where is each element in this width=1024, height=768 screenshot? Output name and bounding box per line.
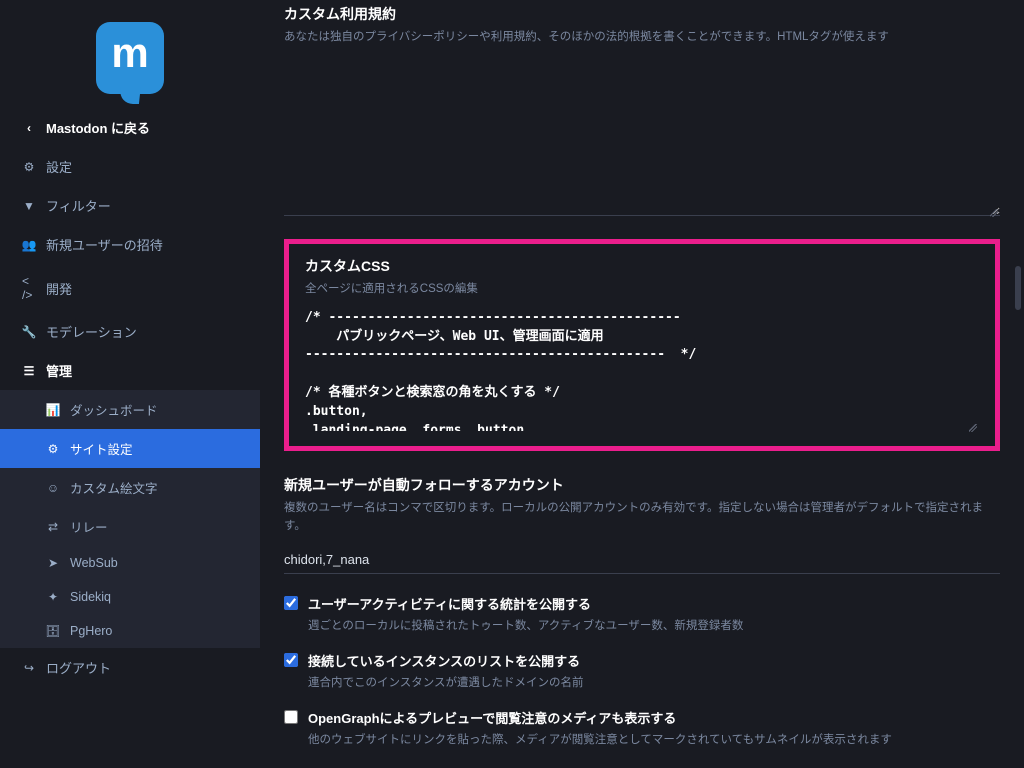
custom-css-title: カスタムCSS xyxy=(305,256,979,276)
main-content: カスタム利用規約 あなたは独自のプライバシーポリシーや利用規約、そのほかの法的根… xyxy=(260,0,1024,768)
nav-admin-label: 管理 xyxy=(46,361,72,380)
checkbox-opengraph[interactable] xyxy=(284,710,298,724)
sidebar: m ‹ Mastodon に戻る ⚙ 設定 ▼ フィルター 👥 新規ユーザーの招… xyxy=(0,0,260,768)
sub-site-label: サイト設定 xyxy=(70,439,133,458)
checkbox-row-opengraph: OpenGraphによるプレビューで閲覧注意のメディアも表示する 他のウェブサイ… xyxy=(284,708,1000,747)
checkbox-activity-label: ユーザーアクティビティに関する統計を公開する xyxy=(308,594,743,613)
smile-icon: ☺ xyxy=(46,481,60,495)
dashboard-icon: 📊 xyxy=(46,403,60,417)
nav-logout[interactable]: ↪ ログアウト xyxy=(0,648,260,687)
nav-back-label: Mastodon に戻る xyxy=(46,118,150,137)
code-icon: <​/> xyxy=(22,274,36,302)
user-plus-icon: 👥 xyxy=(22,238,36,252)
checkbox-activity[interactable] xyxy=(284,596,298,610)
sub-pghero-label: PgHero xyxy=(70,624,112,638)
chevron-left-icon: ‹ xyxy=(22,121,36,135)
logo: m xyxy=(0,18,260,108)
checkbox-peers-sub: 連合内でこのインスタンスが遭遇したドメインの名前 xyxy=(308,674,584,690)
sub-emoji-label: カスタム絵文字 xyxy=(70,478,158,497)
autofollow-title: 新規ユーザーが自動フォローするアカウント xyxy=(284,475,1000,495)
custom-terms-textarea[interactable] xyxy=(284,56,1000,216)
autofollow-section: 新規ユーザーが自動フォローするアカウント 複数のユーザー名はコンマで区切ります。… xyxy=(284,475,1000,574)
sub-pghero[interactable]: 🗄 PgHero xyxy=(0,614,260,648)
gear-icon: ⚙ xyxy=(22,160,36,174)
sub-dashboard[interactable]: 📊 ダッシュボード xyxy=(0,390,260,429)
sub-relay[interactable]: ⇄ リレー xyxy=(0,507,260,546)
exchange-icon: ⇄ xyxy=(46,520,60,534)
custom-terms-title: カスタム利用規約 xyxy=(284,4,1000,24)
sub-sidekiq[interactable]: ✦ Sidekiq xyxy=(0,580,260,614)
nav-invite-label: 新規ユーザーの招待 xyxy=(46,235,163,254)
nav-dev[interactable]: <​/> 開発 xyxy=(0,264,260,312)
custom-css-textarea[interactable] xyxy=(305,309,979,431)
sub-relay-label: リレー xyxy=(70,517,108,536)
filter-icon: ▼ xyxy=(22,199,36,213)
autofollow-input[interactable] xyxy=(284,546,1000,574)
custom-terms-hint: あなたは独自のプライバシーポリシーや利用規約、そのほかの法的根拠を書くことができ… xyxy=(284,28,1000,46)
sub-websub[interactable]: ➤ WebSub xyxy=(0,546,260,580)
cogs-icon: ⚙ xyxy=(46,442,60,456)
nav-invite[interactable]: 👥 新規ユーザーの招待 xyxy=(0,225,260,264)
nav-moderation-label: モデレーション xyxy=(46,322,137,341)
checkbox-row-activity: ユーザーアクティビティに関する統計を公開する 週ごとのローカルに投稿されたトゥー… xyxy=(284,594,1000,633)
checkbox-opengraph-label: OpenGraphによるプレビューで閲覧注意のメディアも表示する xyxy=(308,708,892,727)
nav-moderation[interactable]: 🔧 モデレーション xyxy=(0,312,260,351)
logout-icon: ↪ xyxy=(22,661,36,675)
checkbox-row-peers: 接続しているインスタンスのリストを公開する 連合内でこのインスタンスが遭遇したド… xyxy=(284,651,1000,690)
custom-terms-section: カスタム利用規約 あなたは独自のプライバシーポリシーや利用規約、そのほかの法的根… xyxy=(284,4,1000,219)
checkbox-peers[interactable] xyxy=(284,653,298,667)
nav-back[interactable]: ‹ Mastodon に戻る xyxy=(0,108,260,147)
scrollbar-thumb[interactable] xyxy=(1015,266,1021,310)
sub-dashboard-label: ダッシュボード xyxy=(70,400,158,419)
database-icon: 🗄 xyxy=(46,624,60,638)
wrench-icon: 🔧 xyxy=(22,325,36,339)
nav-dev-label: 開発 xyxy=(46,279,72,298)
sub-sidekiq-label: Sidekiq xyxy=(70,590,111,604)
nav-filter-label: フィルター xyxy=(46,196,111,215)
admin-submenu: 📊 ダッシュボード ⚙ サイト設定 ☺ カスタム絵文字 ⇄ リレー ➤ WebS… xyxy=(0,390,260,648)
send-icon: ➤ xyxy=(46,556,60,570)
custom-css-hint: 全ページに適用されるCSSの編集 xyxy=(305,280,979,298)
nav-settings[interactable]: ⚙ 設定 xyxy=(0,147,260,186)
autofollow-hint: 複数のユーザー名はコンマで区切ります。ローカルの公開アカウントのみ有効です。指定… xyxy=(284,499,1000,536)
sub-emoji[interactable]: ☺ カスタム絵文字 xyxy=(0,468,260,507)
sub-websub-label: WebSub xyxy=(70,556,118,570)
diamond-icon: ✦ xyxy=(46,590,60,604)
sliders-icon: ☰ xyxy=(22,364,36,378)
sub-site-settings[interactable]: ⚙ サイト設定 xyxy=(0,429,260,468)
checkbox-opengraph-sub: 他のウェブサイトにリンクを貼った際、メディアが閲覧注意としてマークされていてもサ… xyxy=(308,731,892,747)
nav-filter[interactable]: ▼ フィルター xyxy=(0,186,260,225)
nav-logout-label: ログアウト xyxy=(46,658,111,677)
checkbox-activity-sub: 週ごとのローカルに投稿されたトゥート数、アクティブなユーザー数、新規登録者数 xyxy=(308,617,743,633)
nav-admin[interactable]: ☰ 管理 xyxy=(0,351,260,390)
nav-settings-label: 設定 xyxy=(46,157,72,176)
checkbox-peers-label: 接続しているインスタンスのリストを公開する xyxy=(308,651,584,670)
custom-css-section: カスタムCSS 全ページに適用されるCSSの編集 xyxy=(284,239,1000,450)
